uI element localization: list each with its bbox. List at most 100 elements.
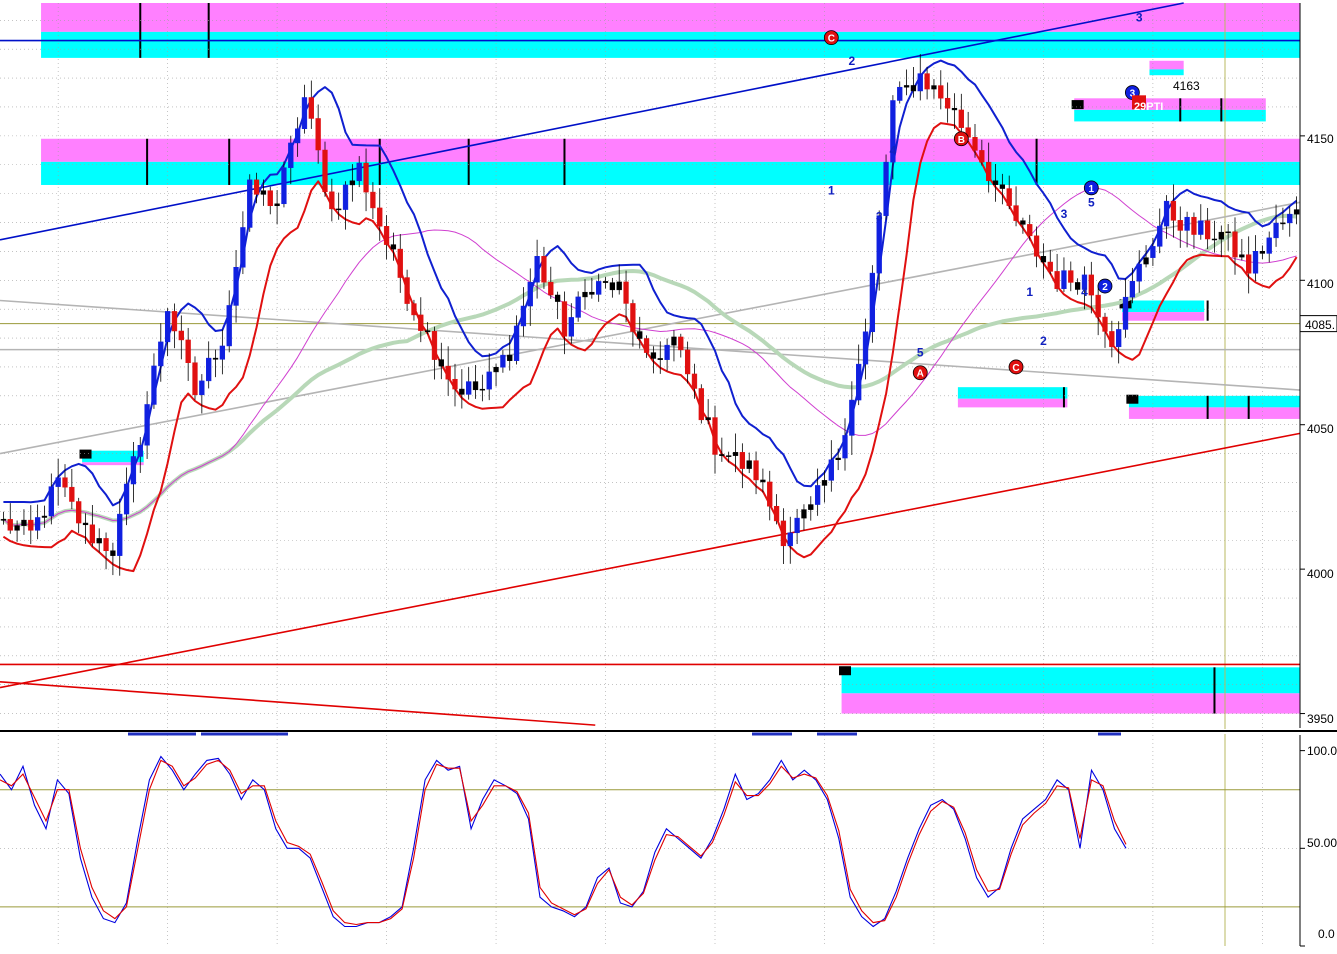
candle-body-159 [1088,274,1094,296]
candle-body-174 [1191,216,1197,235]
candle-body-119 [814,485,821,505]
tick-label-4000: 4000 [1307,567,1334,581]
candle-body-19 [130,456,137,485]
candle-body-144 [986,161,992,182]
candle-body-38 [260,190,267,195]
candle-body-160 [1095,294,1101,318]
candle-body-100 [684,349,691,375]
stoch-line-0 [0,755,1127,928]
zone-9 [1122,312,1205,321]
chart-area[interactable]: C21435AB12C3415233 4150 4100 4050 4000 3… [0,0,1337,949]
stoch-line-1 [0,759,1127,926]
wave-label-0: C [828,34,835,45]
candle-body-50 [342,184,349,210]
candle-body-23 [158,341,164,367]
candle-body-181 [1239,254,1245,258]
candle-body-162 [1109,331,1115,348]
descending-red-line [0,680,596,726]
lower-red-channel [0,432,1301,689]
candle-body-76 [520,305,527,327]
chart-svg: C21435AB12C3415233 4150 4100 4050 4000 3… [0,2,1337,947]
candle-body-99 [678,336,684,351]
candle-body-117 [801,509,807,519]
candle-body-36 [247,179,253,228]
zone-13 [1128,407,1300,419]
candle-body-30 [206,357,212,382]
candle-body-29 [199,380,205,396]
candle-body-88 [602,281,609,283]
candle-body-84 [575,296,581,318]
wave-label-10: C [1012,363,1019,374]
candle-body-108 [739,452,746,469]
candle-body-105 [719,454,725,456]
candle-body-6 [41,515,48,518]
candle-body-75 [513,325,520,361]
candle-body-28 [192,362,198,396]
wave-label-8: 1 [1026,285,1033,299]
candle-body-51 [349,180,356,186]
wave-label-4: 3 [876,210,883,224]
wave-label-9: 2 [1040,334,1047,348]
candle-body-109 [746,460,752,469]
candle-body-165 [1129,280,1136,298]
candle-body-64 [438,359,444,367]
zone-12 [1128,395,1300,408]
candle-body-126 [862,331,869,365]
candle-body-41 [281,167,287,205]
wave-label-13: 1 [1089,184,1095,195]
candle-body-132 [903,85,910,88]
candle-body-137 [938,85,944,99]
candle-body-66 [452,378,458,390]
candle-body-116 [794,517,800,534]
candle-body-180 [1232,231,1238,258]
tick-label-4050: 4050 [1307,422,1334,436]
candle-body-43 [294,128,301,144]
candle-body-124 [849,399,855,436]
candle-body-115 [787,532,793,547]
candle-body-157 [1074,282,1081,290]
candle-body-55 [377,207,383,227]
candle-body-85 [582,291,588,298]
candle-body-11 [76,501,82,524]
candle-body-95 [650,352,657,359]
red-envelope-line [2,122,1298,573]
candle-body-136 [931,85,937,90]
candle-body-61 [418,314,424,331]
candle-body-63 [431,331,438,360]
candle-body-25 [171,311,178,332]
candle-body-79 [541,256,547,283]
zone-black-box-3 [839,666,851,676]
candle-body-70 [479,388,486,391]
candle-body-104 [712,417,718,455]
candle-body-179 [1225,231,1231,234]
candle-body-74 [507,354,513,361]
candle-body-127 [869,272,876,333]
candle-body-102 [698,388,704,421]
candle-body-106 [726,455,732,457]
candle-body-39 [267,190,273,207]
candle-body-161 [1102,316,1108,332]
candle-body-57 [390,244,397,250]
candle-body-77 [527,281,533,307]
stoch-tick-label-100: 100.0 [1307,744,1337,758]
candle-body-54 [370,191,376,209]
candle-body-173 [1184,216,1190,231]
wave-label-2: 1 [828,184,835,198]
candles-layer [0,54,1300,576]
zone-7 [1149,69,1184,76]
candle-body-18 [123,483,130,515]
candle-body-155 [1061,270,1067,289]
candle-body-53 [363,162,369,193]
zone-5 [1074,109,1266,122]
candle-body-112 [767,481,773,507]
candle-body-92 [630,303,636,332]
candle-body-170 [1163,200,1170,227]
candle-body-128 [876,215,882,274]
zone-6 [1149,60,1184,70]
candle-body-129 [883,161,889,216]
candle-body-154 [1054,271,1060,289]
indicator-layer [2,59,1298,573]
candle-body-81 [554,294,561,302]
candle-body-171 [1170,200,1177,221]
candle-body-167 [1143,257,1149,265]
